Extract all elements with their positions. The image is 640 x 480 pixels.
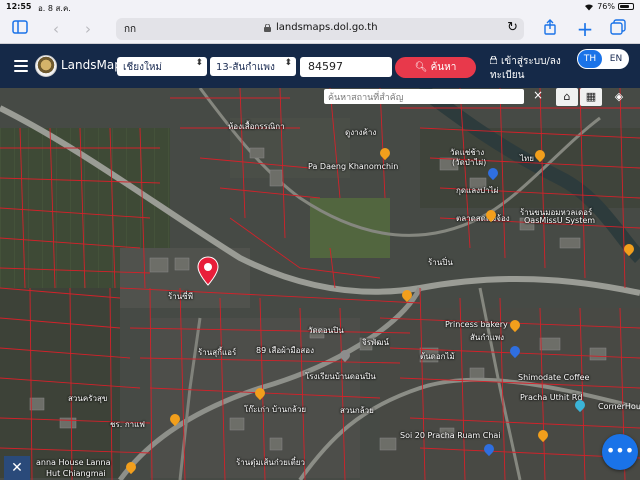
battery-percent: 76%: [597, 2, 615, 11]
status-bar: 12:55 อ. 8 ส.ค. 76%: [0, 0, 640, 14]
lock-icon: [490, 56, 497, 64]
place-label: (วัดป่าไผ่): [452, 158, 487, 167]
province-select[interactable]: เชียงใหม่ ⬍: [117, 57, 207, 76]
search-button-label: ค้นหา: [430, 62, 457, 73]
satellite-map: [0, 88, 640, 480]
place-label: ร้านตุ๋มเส้นก๋วยเตี๋ยว: [236, 458, 305, 467]
place-label: OasMissU System: [524, 216, 596, 225]
battery-icon: [618, 3, 634, 10]
app-header: LandsMaps เชียงใหม่ ⬍ 13-สันกำแพง ⬍ 8459…: [0, 44, 640, 88]
place-label: กุดแลงปาไผ่: [456, 186, 499, 195]
home-icon[interactable]: ⌂: [556, 88, 578, 106]
search-button[interactable]: 🔍︎ ค้นหา: [395, 57, 476, 78]
layers-icon[interactable]: ◈: [608, 88, 630, 106]
parcel-number-value: 84597: [308, 60, 343, 73]
place-label: ร้านปิ่น: [428, 258, 453, 267]
new-tab-icon[interactable]: +: [575, 19, 595, 39]
province-value: เชียงใหม่: [123, 62, 163, 73]
landmark-search-placeholder: ค้นหาสถานที่สำคัญ: [328, 93, 404, 103]
place-label: Princess bakery: [445, 320, 508, 329]
landsmaps-logo: [35, 55, 57, 77]
more-options-fab[interactable]: •••: [602, 434, 638, 470]
place-label: anna House Lanna: [36, 458, 111, 467]
place-label: ต้นดอกไม้: [420, 352, 455, 361]
lock-icon: [264, 24, 271, 32]
place-label: ชร. กาแฟ: [110, 420, 145, 429]
back-icon[interactable]: ‹: [46, 19, 66, 39]
place-label: ดูงางค้าง: [345, 128, 377, 137]
reload-icon[interactable]: ↻: [507, 20, 518, 35]
tabs-icon[interactable]: [608, 19, 628, 39]
place-label: จิรพัฒน์: [362, 338, 389, 347]
language-toggle[interactable]: TH EN: [577, 49, 629, 69]
place-label: CornerHouse: [598, 402, 640, 411]
wifi-icon: [585, 3, 594, 11]
place-label: Pa Daeng Khanomchin: [308, 162, 399, 171]
status-right: 76%: [584, 2, 634, 11]
place-label: ร้านสุกี้แอร์: [198, 348, 237, 357]
district-value: 13-สันกำแพง: [216, 62, 275, 73]
place-label: โก๊ะเก่า บ้านกล้วย: [244, 405, 307, 414]
place-label: ห้องเสื้อกรรณิกา: [228, 122, 285, 131]
place-label: ตลาดสดแม่จ้อง: [456, 214, 510, 223]
place-label: สันกำแพง: [470, 333, 505, 342]
location-marker-icon[interactable]: [197, 256, 219, 286]
chevron-updown-icon: ⬍: [284, 58, 292, 68]
address-bar[interactable]: กก landsmaps.dol.go.th ↻: [116, 18, 524, 40]
search-icon: 🔍︎: [414, 62, 428, 73]
green-field: [310, 198, 390, 258]
place-label: ไทย: [520, 154, 534, 163]
landmark-search-input[interactable]: ค้นหาสถานที่สำคัญ: [324, 89, 524, 104]
place-label: Pracha Uthit Rd: [520, 393, 583, 402]
lang-en-button[interactable]: EN: [605, 50, 627, 68]
place-label: สวนกล้วย: [340, 406, 374, 415]
forward-icon[interactable]: ›: [78, 19, 98, 39]
share-icon[interactable]: [540, 19, 560, 39]
place-label: สวนครัวสุข: [68, 394, 108, 403]
text-size-button[interactable]: กก: [124, 22, 136, 37]
login-label-line1: เข้าสู่ระบบ/ลง: [501, 56, 561, 67]
place-label: 89 เสือผ้ามือสอง: [256, 346, 314, 355]
place-label: Shimodate Coffee: [518, 373, 590, 382]
place-label: Hut Chiangmai: [46, 469, 106, 478]
lang-th-button[interactable]: TH: [578, 50, 602, 68]
parcel-number-input[interactable]: 84597: [300, 57, 392, 77]
map-canvas[interactable]: ค้นหาสถานที่สำคัญ × ⌂ ▦ ◈ ห้องเสื้อกรรณิ…: [0, 88, 640, 480]
grid-icon[interactable]: ▦: [580, 88, 602, 106]
login-link[interactable]: เข้าสู่ระบบ/ลง ทะเบียน: [490, 55, 561, 83]
place-label: โรงเรียนบ้านดอนปิน: [305, 372, 376, 381]
sidebar-icon[interactable]: [10, 19, 30, 39]
place-label: ร้านซี่พี: [168, 292, 193, 301]
district-select[interactable]: 13-สันกำแพง ⬍: [210, 57, 296, 76]
hamburger-menu-icon[interactable]: [14, 60, 28, 72]
place-label: Soi 20 Pracha Ruam Chai: [400, 431, 501, 440]
close-icon[interactable]: ×: [532, 88, 544, 102]
login-label-line2: ทะเบียน: [490, 70, 525, 81]
place-label: วัดดอนปิน: [308, 326, 344, 335]
status-time: 12:55: [6, 2, 32, 11]
measure-tool-icon[interactable]: ✕: [4, 456, 30, 480]
browser-toolbar: ‹ › กก landsmaps.dol.go.th ↻ +: [0, 14, 640, 44]
url-text: landsmaps.dol.go.th: [276, 22, 378, 33]
chevron-updown-icon: ⬍: [195, 58, 203, 68]
